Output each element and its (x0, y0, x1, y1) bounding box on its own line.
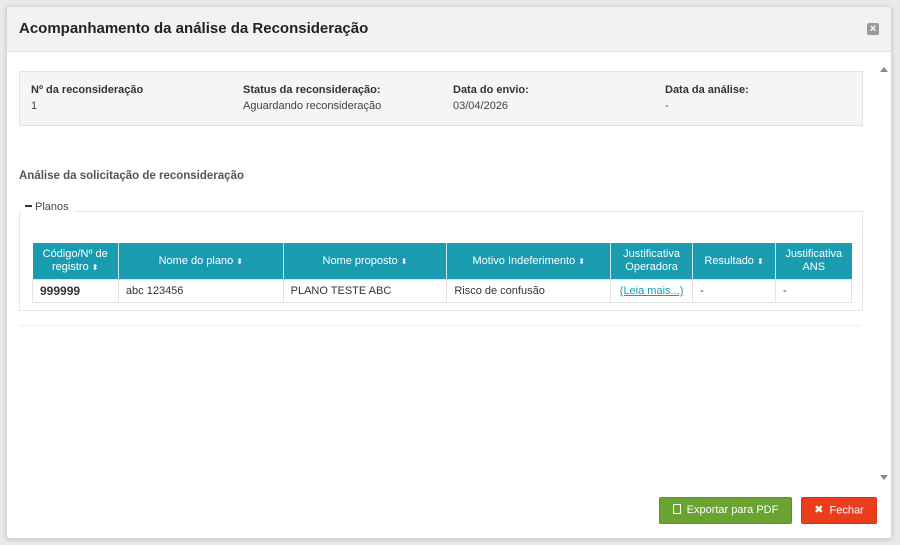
col-header-justificativa-ans: Justificativa ANS (775, 243, 852, 280)
cell-nome-proposto: PLANO TESTE ABC (282, 279, 448, 303)
status-label: Status da reconsideração: (243, 84, 381, 96)
analise-value: - (665, 100, 669, 112)
table-row: 999999 abc 123456 PLANO TESTE ABC Risco … (32, 279, 852, 303)
col-header-resultado[interactable]: Resultado ⬍ (692, 243, 776, 280)
section-divider (19, 325, 861, 326)
cell-motivo: Risco de confusão (446, 279, 612, 303)
scroll-up-icon[interactable] (880, 67, 888, 72)
cell-justificativa-ans: - (775, 279, 852, 303)
fechar-label: Fechar (829, 504, 864, 517)
planos-legend-label: Planos (35, 201, 69, 213)
modal-title: Acompanhamento da análise da Reconsidera… (19, 20, 369, 37)
info-data-analise: Data da análise: - (665, 84, 749, 112)
close-x-icon: ✖ (814, 504, 824, 516)
sort-icon[interactable]: ⬍ (757, 257, 764, 266)
pdf-file-icon (672, 504, 681, 515)
reconsideration-modal: Acompanhamento da análise da Reconsidera… (6, 6, 892, 539)
export-pdf-label: Exportar para PDF (686, 504, 779, 516)
status-value: Aguardando reconsideração (243, 100, 382, 112)
info-status: Status da reconsideração: Aguardando rec… (243, 84, 381, 112)
info-data-envio: Data do envio: 03/04/2026 (453, 84, 529, 112)
collapse-icon[interactable] (25, 205, 32, 208)
planos-legend-toggle[interactable]: Planos (21, 201, 75, 213)
envio-value: 03/04/2026 (453, 100, 509, 112)
col-header-nome-plano[interactable]: Nome do plano ⬍ (118, 243, 284, 280)
modal-header: Acompanhamento da análise da Reconsidera… (7, 7, 891, 52)
cell-resultado: - (692, 279, 776, 303)
analise-label: Data da análise: (665, 84, 749, 96)
sort-icon[interactable]: ⬍ (92, 263, 99, 272)
close-icon[interactable]: × (867, 23, 879, 35)
sort-icon[interactable]: ⬍ (578, 257, 585, 266)
export-pdf-button[interactable]: Exportar para PDF (659, 497, 792, 524)
info-numero: Nº da reconsideração 1 (31, 84, 143, 112)
section-title: Análise da solicitação de reconsideração (19, 170, 244, 182)
numero-value: 1 (31, 100, 38, 112)
fechar-button[interactable]: ✖ Fechar (801, 497, 877, 524)
sort-icon[interactable]: ⬍ (401, 257, 408, 266)
cell-justificativa-operadora: (Leia mais...) (610, 279, 694, 303)
reconsideration-info-panel: Nº da reconsideração 1 Status da reconsi… (19, 71, 863, 126)
sort-icon[interactable]: ⬍ (236, 257, 243, 266)
numero-label: Nº da reconsideração (31, 84, 144, 96)
cell-codigo: 999999 (32, 279, 119, 303)
col-header-motivo[interactable]: Motivo Indeferimento ⬍ (446, 243, 612, 280)
leia-mais-link[interactable]: (Leia mais...) (620, 285, 684, 297)
col-header-codigo[interactable]: Código/Nº de registro ⬍ (32, 243, 119, 280)
col-header-justificativa-operadora: Justificativa Operadora (610, 243, 694, 280)
col-header-nome-proposto[interactable]: Nome proposto ⬍ (283, 243, 448, 280)
scroll-down-icon[interactable] (880, 475, 888, 480)
planos-table: Código/Nº de registro ⬍ Nome do plano ⬍ No… (32, 243, 852, 303)
table-header-row: Código/Nº de registro ⬍ Nome do plano ⬍ No… (32, 243, 852, 280)
cell-nome-plano: abc 123456 (117, 279, 284, 303)
envio-label: Data do envio: (453, 84, 529, 96)
